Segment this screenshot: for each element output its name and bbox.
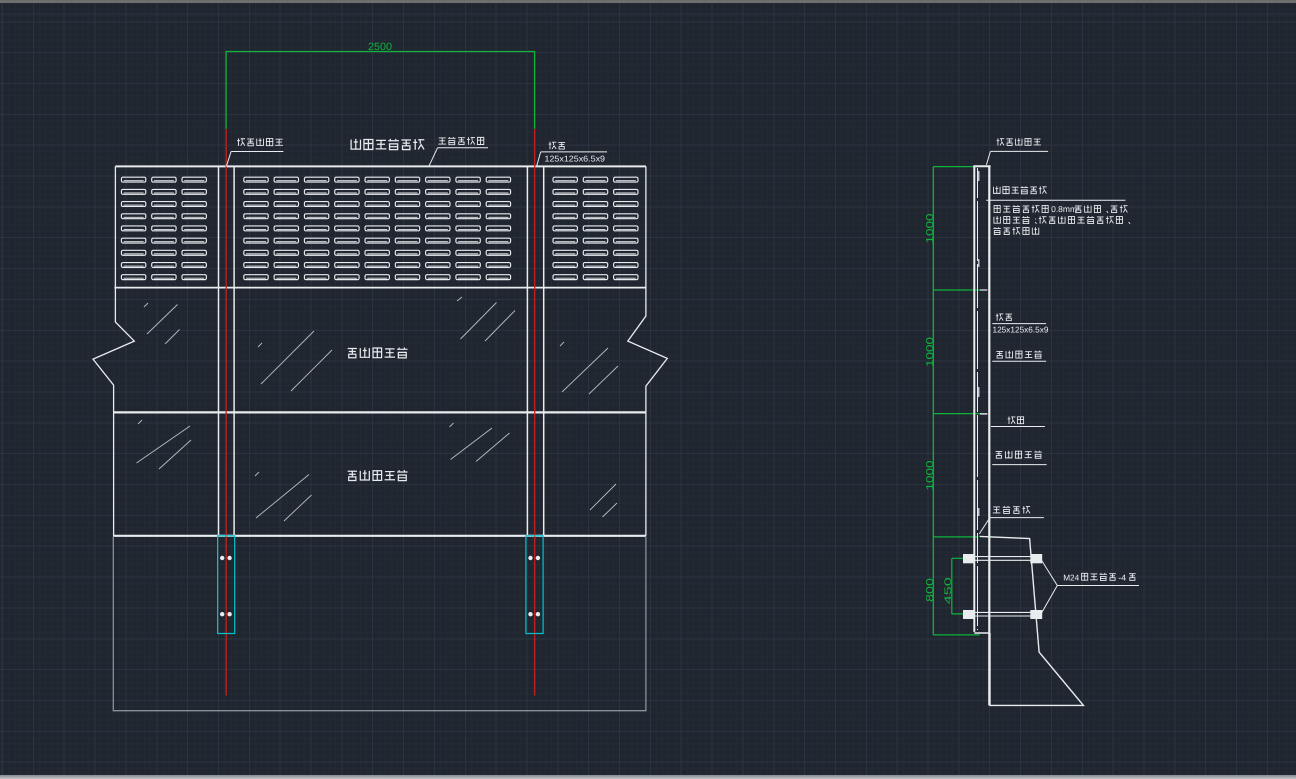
svg-text:1000: 1000 xyxy=(925,336,936,367)
svg-text:1000: 1000 xyxy=(925,213,936,244)
svg-text:1000: 1000 xyxy=(925,460,936,491)
svg-text:-4: -4 xyxy=(1118,572,1126,582)
svg-text:125x125x6.5x9: 125x125x6.5x9 xyxy=(545,153,606,163)
svg-text:2500: 2500 xyxy=(368,41,392,53)
svg-text:450: 450 xyxy=(943,577,954,604)
svg-text:0.8mm: 0.8mm xyxy=(1051,204,1077,214)
svg-text:125x125x6.5x9: 125x125x6.5x9 xyxy=(993,324,1049,334)
svg-text:800: 800 xyxy=(925,577,936,602)
svg-text:M24: M24 xyxy=(1063,572,1079,582)
